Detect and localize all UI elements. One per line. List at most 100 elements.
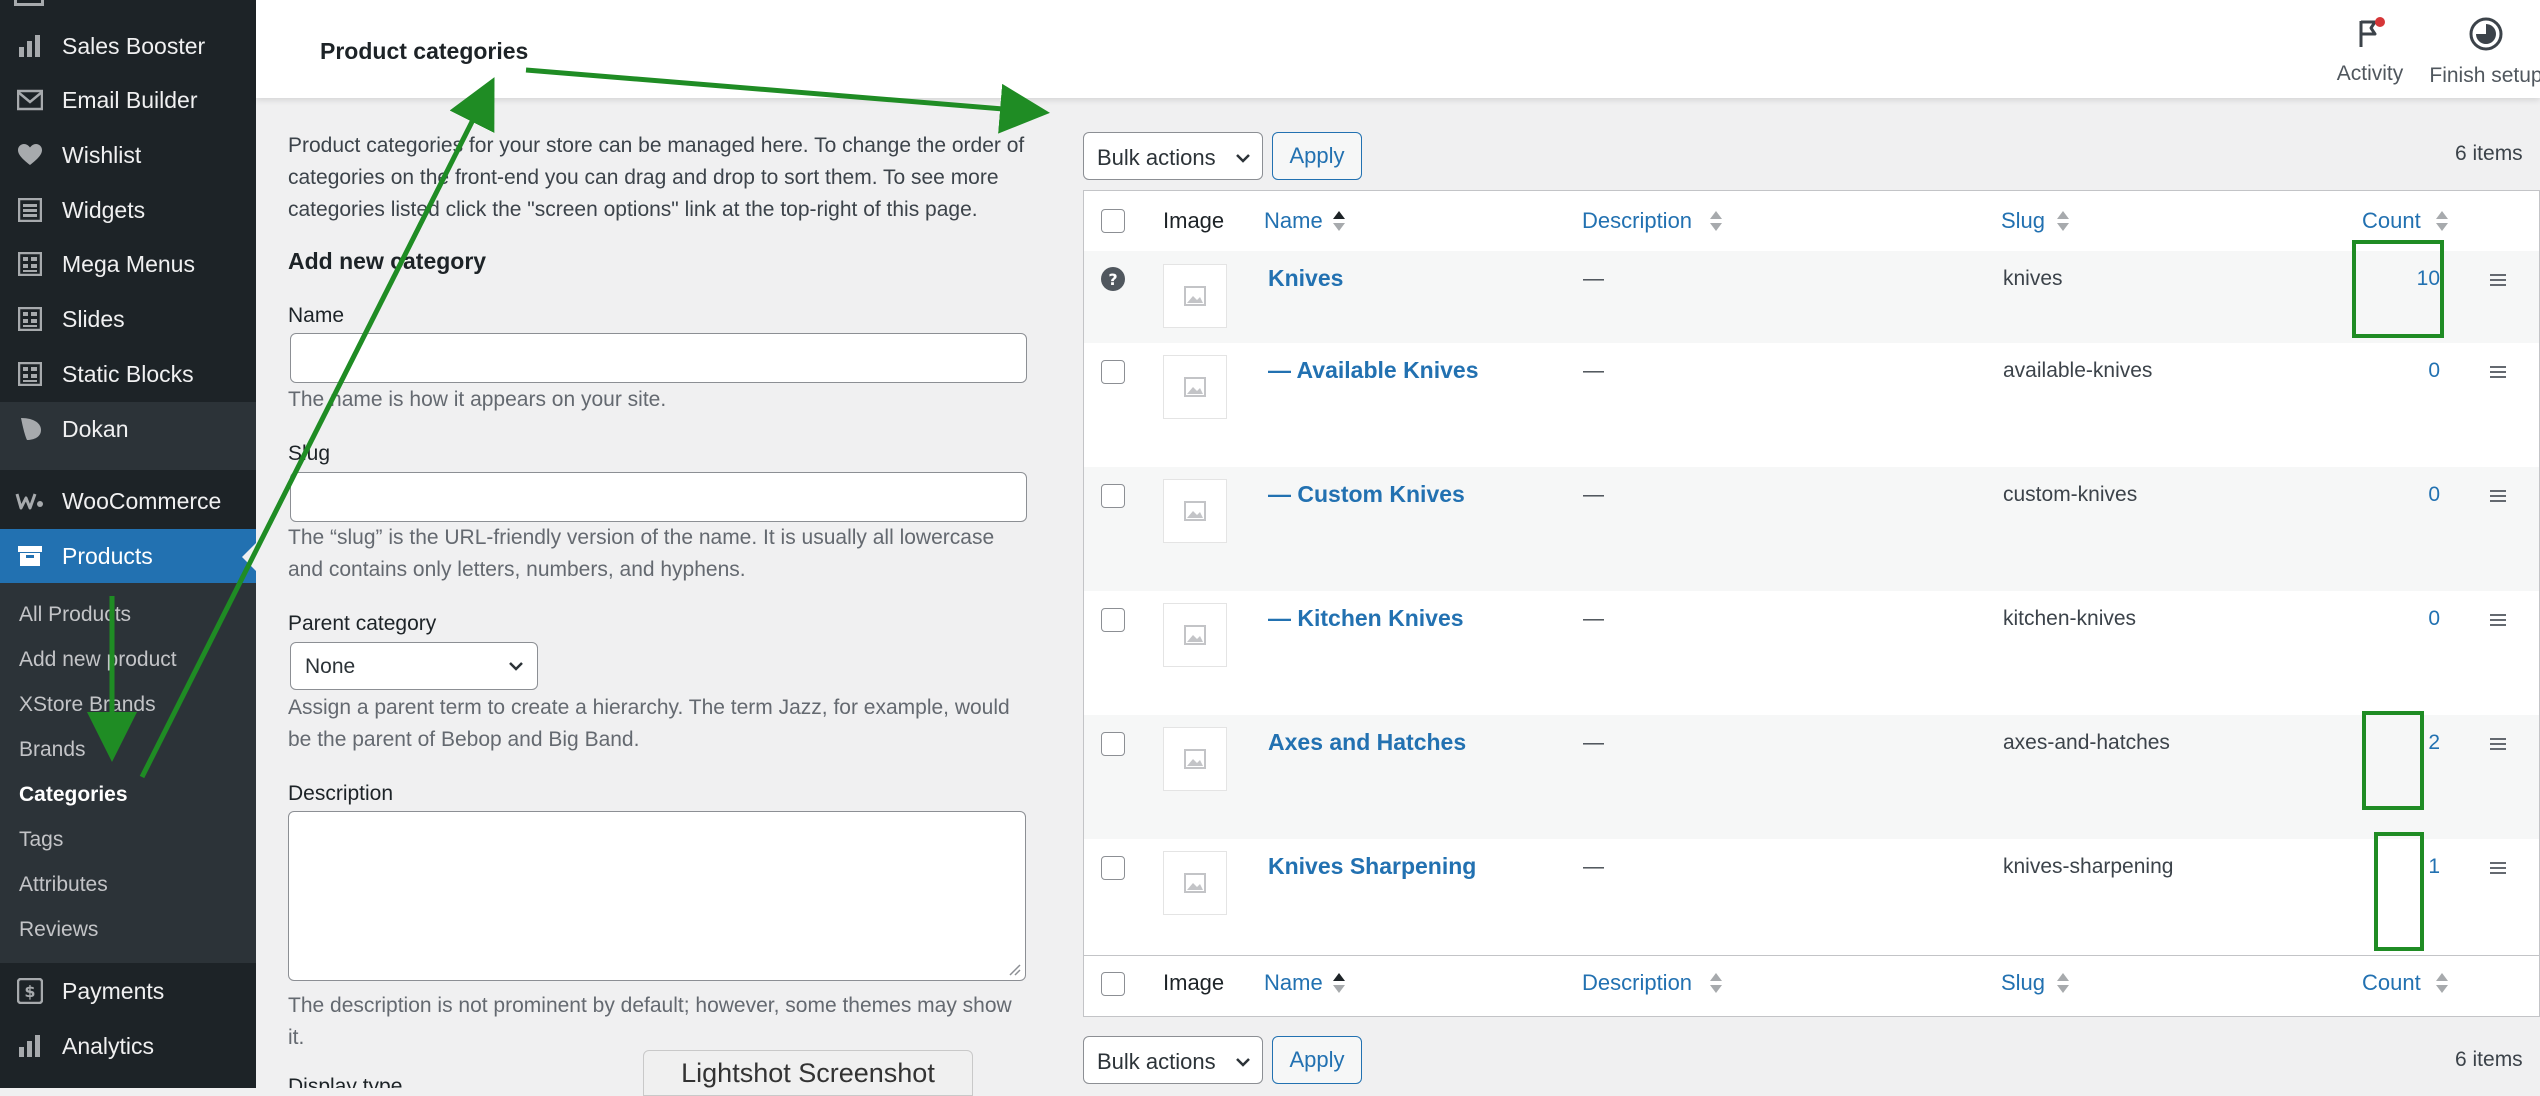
- apply-button-top[interactable]: Apply: [1272, 132, 1362, 180]
- name-input[interactable]: [290, 333, 1027, 383]
- menu-item-label: Sales Booster: [62, 32, 206, 59]
- category-description: —: [1583, 607, 1604, 630]
- table-header: Image Name Description Slug Count: [1084, 191, 2539, 252]
- bulk-actions-select-bottom[interactable]: Bulk actions: [1083, 1036, 1263, 1084]
- items-count-top: 6 items: [2455, 142, 2523, 165]
- drag-handle-icon[interactable]: [2489, 489, 2507, 508]
- products-submenu: All Products Add new product XStore Bran…: [0, 583, 256, 963]
- category-slug: kitchen-knives: [2003, 607, 2137, 630]
- admin-sidebar: Sales Booster Email Builder Wishlist Wid…: [0, 0, 256, 1088]
- category-name-link[interactable]: — Available Knives: [1268, 357, 1479, 384]
- column-description[interactable]: Description: [1582, 208, 1692, 234]
- chevron-down-icon: [1234, 1051, 1252, 1077]
- row-checkbox[interactable]: [1101, 732, 1125, 756]
- category-name-link[interactable]: Knives Sharpening: [1268, 853, 1476, 880]
- menu-item-analytics[interactable]: Analytics: [0, 1019, 256, 1073]
- placeholder-image-icon: [1163, 727, 1227, 791]
- submenu-reviews[interactable]: Reviews: [19, 918, 98, 942]
- woocommerce-icon: [14, 485, 46, 517]
- apply-button-bottom[interactable]: Apply: [1272, 1036, 1362, 1084]
- sort-asc-icon[interactable]: [1332, 209, 1346, 238]
- parent-category-select[interactable]: None: [290, 642, 538, 690]
- lightshot-tab[interactable]: Lightshot Screenshot: [643, 1050, 973, 1096]
- menu-item-wishlist[interactable]: Wishlist: [0, 128, 256, 182]
- row-checkbox[interactable]: [1101, 856, 1125, 880]
- category-count-link[interactable]: 0: [2380, 483, 2440, 507]
- menu-item-static-blocks[interactable]: Static Blocks: [0, 347, 256, 401]
- menu-item-dokan[interactable]: Dokan: [0, 402, 256, 456]
- row-checkbox[interactable]: [1101, 608, 1125, 632]
- category-description: —: [1583, 359, 1604, 382]
- menu-item-label: Email Builder: [62, 86, 198, 113]
- menu-item-products[interactable]: Products: [0, 529, 256, 583]
- drag-handle-icon[interactable]: [2489, 273, 2507, 292]
- name-label: Name: [288, 304, 345, 327]
- submenu-categories[interactable]: Categories: [19, 783, 128, 807]
- select-all-checkbox[interactable]: [1101, 209, 1125, 233]
- items-count-bottom: 6 items: [2455, 1048, 2523, 1071]
- select-all-checkbox-bottom[interactable]: [1101, 972, 1125, 996]
- menu-item-widgets[interactable]: Widgets: [0, 183, 256, 237]
- submenu-attributes[interactable]: Attributes: [19, 873, 108, 897]
- submenu-tags[interactable]: Tags: [19, 828, 63, 852]
- category-count-link[interactable]: 0: [2380, 359, 2440, 383]
- category-slug: axes-and-hatches: [2003, 731, 2170, 754]
- activity-button[interactable]: Activity: [2308, 16, 2432, 86]
- submenu-xstore-brands[interactable]: XStore Brands: [19, 693, 156, 717]
- menu-item-slides[interactable]: Slides: [0, 292, 256, 346]
- sort-asc-icon[interactable]: [1332, 971, 1346, 1000]
- category-description: —: [1583, 267, 1604, 290]
- menu-item-email-builder[interactable]: Email Builder: [0, 73, 256, 127]
- submenu-brands[interactable]: Brands: [19, 738, 86, 762]
- menu-item-label: Wishlist: [62, 141, 142, 168]
- category-slug: knives-sharpening: [2003, 855, 2174, 878]
- category-count-link[interactable]: 0: [2380, 607, 2440, 631]
- menu-item-mega-menus[interactable]: Mega Menus: [0, 237, 256, 291]
- column-count[interactable]: Count: [2362, 970, 2421, 996]
- row-checkbox[interactable]: [1101, 484, 1125, 508]
- drag-handle-icon[interactable]: [2489, 737, 2507, 756]
- menu-item-label: Slides: [62, 305, 125, 332]
- top-header: Product categories Activity Finish setup: [256, 0, 2540, 98]
- help-icon[interactable]: ?: [1101, 267, 1125, 296]
- parent-category-label: Parent category: [288, 612, 437, 635]
- description-textarea[interactable]: [288, 811, 1026, 981]
- menu-item-sales-booster[interactable]: Sales Booster: [0, 19, 256, 73]
- category-name-link[interactable]: Knives: [1268, 265, 1343, 292]
- submenu-all-products[interactable]: All Products: [19, 603, 131, 627]
- bulk-actions-select-top[interactable]: Bulk actions: [1083, 132, 1263, 180]
- finish-setup-button[interactable]: Finish setup: [2424, 16, 2540, 88]
- category-name-link[interactable]: — Custom Knives: [1268, 481, 1465, 508]
- column-name[interactable]: Name: [1264, 208, 1323, 234]
- widgets-icon: [14, 194, 46, 226]
- slug-input[interactable]: [290, 472, 1027, 522]
- column-description[interactable]: Description: [1582, 970, 1692, 996]
- menu-item-payments[interactable]: $ Payments: [0, 964, 256, 1018]
- svg-text:?: ?: [1108, 270, 1117, 289]
- resize-handle-icon[interactable]: [1005, 960, 1021, 976]
- submenu-add-new-product[interactable]: Add new product: [19, 648, 177, 672]
- column-slug[interactable]: Slug: [2001, 970, 2045, 996]
- table-row: — Kitchen Knives — kitchen-knives 0: [1084, 591, 2539, 715]
- column-count[interactable]: Count: [2362, 208, 2421, 234]
- menu-item-woocommerce[interactable]: WooCommerce: [0, 474, 256, 528]
- drag-handle-icon[interactable]: [2489, 365, 2507, 384]
- bulk-actions-label: Bulk actions: [1097, 145, 1216, 170]
- sort-icon[interactable]: [2056, 209, 2070, 238]
- sort-icon[interactable]: [1709, 971, 1723, 1000]
- row-checkbox[interactable]: [1101, 360, 1125, 384]
- slug-help: The “slug” is the URL-friendly version o…: [288, 526, 995, 581]
- sort-icon[interactable]: [2435, 971, 2449, 1000]
- category-name-link[interactable]: Axes and Hatches: [1268, 729, 1466, 756]
- sort-icon[interactable]: [1709, 209, 1723, 238]
- column-slug[interactable]: Slug: [2001, 208, 2045, 234]
- categories-table: Image Name Description Slug Count ? Kniv…: [1083, 190, 2540, 1017]
- sort-icon[interactable]: [2056, 971, 2070, 1000]
- highlight-box-count-sharpening: [2374, 832, 2424, 951]
- column-name[interactable]: Name: [1264, 970, 1323, 996]
- drag-handle-icon[interactable]: [2489, 613, 2507, 632]
- description-help: The description is not prominent by defa…: [288, 994, 1012, 1049]
- drag-handle-icon[interactable]: [2489, 861, 2507, 880]
- category-name-link[interactable]: — Kitchen Knives: [1268, 605, 1464, 632]
- sort-icon[interactable]: [2435, 209, 2449, 238]
